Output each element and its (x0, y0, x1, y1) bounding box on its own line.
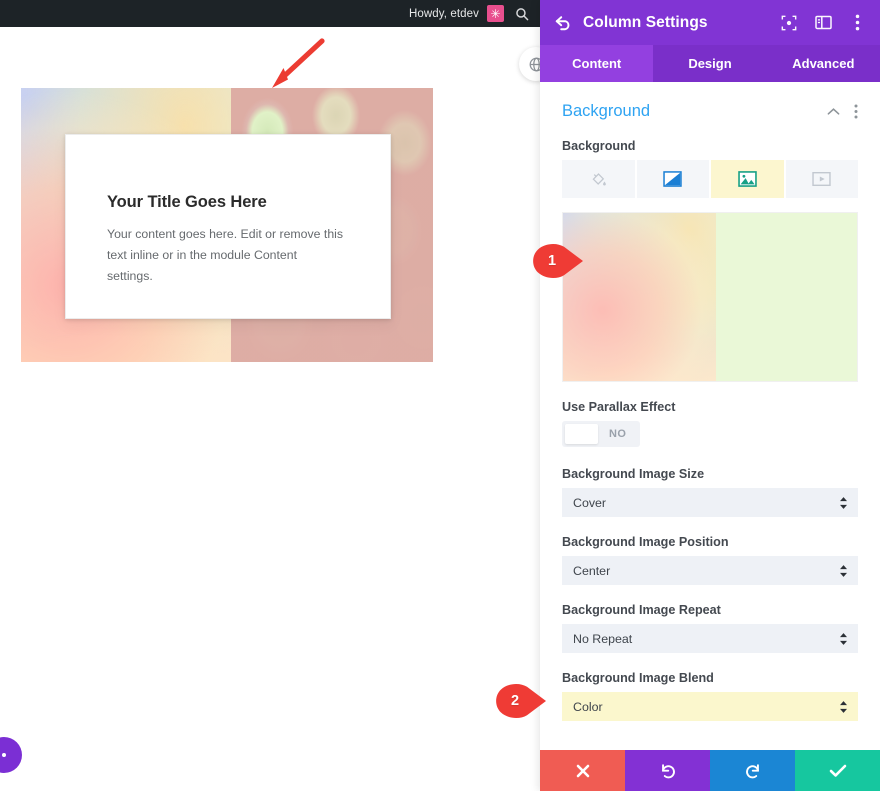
field-label: Background Image Position (562, 535, 729, 549)
close-icon (576, 764, 589, 777)
marker-teardrop-shape (533, 244, 583, 278)
redo-icon (745, 763, 759, 778)
star-avatar-icon[interactable]: ✳ (487, 5, 504, 22)
chevron-updown-icon (839, 700, 848, 713)
background-color-icon[interactable] (562, 160, 637, 198)
step-marker-2: 2 (494, 684, 548, 718)
divi-fab-dot (2, 753, 6, 757)
background-image-size-select[interactable]: Cover (562, 488, 858, 517)
background-section-header: Background (562, 102, 858, 121)
marker-number: 2 (511, 693, 520, 709)
tab-content[interactable]: Content (540, 45, 654, 82)
field-label: Background Image Size (562, 467, 705, 481)
panel-tabs: Content Design Advanced (540, 45, 880, 82)
field-background-image-size: Background Image Size Cover (562, 467, 858, 517)
toggle-knob (565, 424, 598, 444)
screenshot-root: Howdy, etdev ✳ Your Title Goes Here Your… (0, 0, 880, 791)
field-background-image-repeat: Background Image Repeat No Repeat (562, 603, 858, 653)
background-type-selector (562, 160, 858, 198)
admin-bar-howdy[interactable]: Howdy, etdev (409, 8, 479, 20)
panel-footer (540, 750, 880, 791)
panel-body: Background Background Use Parallax Effec… (540, 82, 880, 750)
more-vertical-icon[interactable] (848, 14, 866, 32)
parallax-label: Use Parallax Effect (562, 400, 676, 414)
field-label: Background Image Repeat (562, 603, 721, 617)
page-preview-canvas: Your Title Goes Here Your content goes h… (0, 27, 540, 791)
preview-gradient-half (563, 213, 716, 381)
panel-layout-icon[interactable] (814, 14, 832, 32)
marker-teardrop-shape (496, 684, 546, 718)
section-title[interactable]: Background (562, 102, 813, 121)
toggle-value: NO (609, 428, 627, 440)
select-value: Center (573, 563, 611, 578)
background-image-position-select[interactable]: Center (562, 556, 858, 585)
background-gradient-icon[interactable] (636, 160, 711, 198)
cancel-button[interactable] (540, 750, 625, 791)
background-image-icon[interactable] (711, 160, 786, 198)
undo-icon (661, 763, 675, 778)
panel-title: Column Settings (583, 13, 708, 31)
select-value: Cover (573, 495, 607, 510)
select-value: No Repeat (573, 631, 633, 646)
chevron-updown-icon (839, 496, 848, 509)
preview-image-half (715, 213, 857, 381)
column-preview[interactable]: Your Title Goes Here Your content goes h… (21, 88, 433, 362)
module-body-text: Your content goes here. Edit or remove t… (107, 227, 344, 284)
redo-button[interactable] (710, 750, 795, 791)
select-value: Color (573, 699, 603, 714)
divi-floating-button-icon[interactable] (0, 737, 22, 773)
column-settings-panel: Column Settings Content Design Advanced … (540, 0, 880, 791)
background-image-repeat-select[interactable]: No Repeat (562, 624, 858, 653)
background-image-blend-select[interactable]: Color (562, 692, 858, 721)
panel-header: Column Settings (540, 0, 880, 45)
step-marker-1: 1 (531, 244, 585, 278)
search-icon[interactable] (512, 4, 532, 24)
background-video-icon[interactable] (785, 160, 858, 198)
text-module-card[interactable]: Your Title Goes Here Your content goes h… (65, 134, 391, 319)
focus-frame-icon[interactable] (780, 14, 798, 32)
wp-admin-bar: Howdy, etdev ✳ (0, 0, 540, 27)
background-image-preview[interactable] (562, 212, 858, 382)
more-vertical-icon[interactable] (854, 104, 858, 119)
marker-number: 1 (548, 253, 557, 269)
field-background-image-blend: Background Image Blend Color (562, 671, 858, 721)
red-arrow-down-left-icon (264, 36, 330, 92)
back-arrow-icon[interactable] (553, 13, 573, 33)
module-title: Your Title Goes Here (107, 193, 267, 211)
undo-button[interactable] (625, 750, 710, 791)
background-field-label: Background (562, 139, 636, 153)
parallax-toggle[interactable]: NO (562, 421, 641, 447)
tab-design[interactable]: Design (653, 45, 766, 82)
field-background-image-position: Background Image Position Center (562, 535, 858, 585)
chevron-updown-icon (839, 632, 848, 645)
tab-advanced[interactable]: Advanced (767, 45, 880, 82)
chevron-updown-icon (839, 564, 848, 577)
field-label: Background Image Blend (562, 671, 714, 685)
check-icon (829, 764, 846, 777)
chevron-up-icon[interactable] (827, 107, 840, 116)
save-button[interactable] (795, 750, 880, 791)
